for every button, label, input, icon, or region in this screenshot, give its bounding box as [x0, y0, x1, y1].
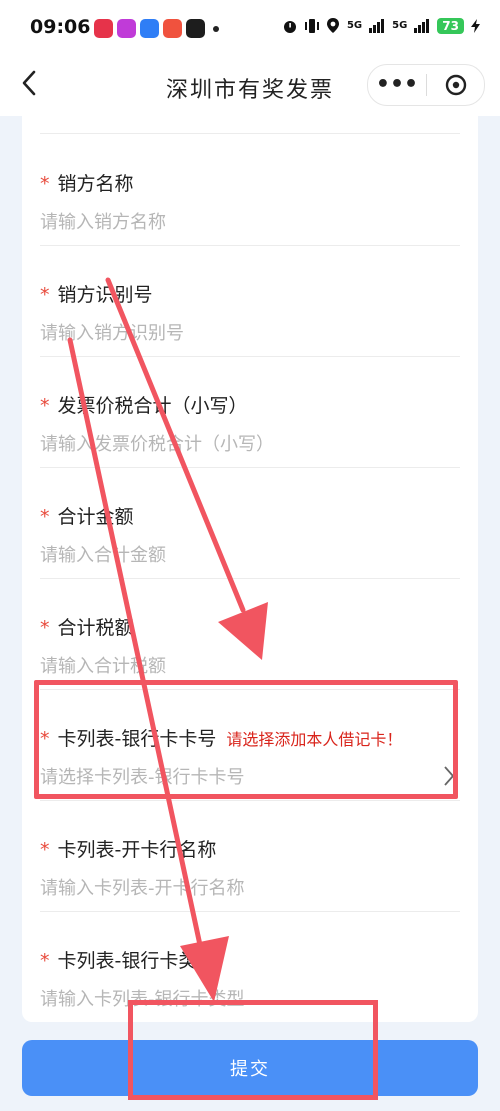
annotation-highlight-submit — [128, 1000, 378, 1100]
nav-bar: 深圳市有奖发票 ••• — [0, 56, 500, 116]
required-mark: * — [40, 617, 50, 639]
total-amount-input[interactable]: 请输入合计金额 — [40, 541, 166, 567]
location-icon — [326, 18, 339, 33]
network-type-2: 5G — [392, 20, 408, 31]
charging-icon — [471, 18, 480, 33]
issuing-bank-input[interactable]: 请输入卡列表-开卡行名称 — [40, 874, 245, 900]
network-type-1: 5G — [346, 20, 363, 31]
required-mark: * — [40, 395, 50, 417]
seller-tax-id-input[interactable]: 请输入销方识别号 — [40, 319, 184, 345]
vibrate-icon — [304, 18, 319, 33]
app-icon — [117, 19, 136, 38]
field-label: 销方识别号 — [57, 284, 153, 306]
mini-program-capsule: ••• — [367, 64, 485, 106]
status-bar: 09:06 5G 5G 73 — [0, 0, 500, 56]
required-mark: * — [40, 173, 50, 195]
field-label: 发票价税合计（小写） — [57, 395, 248, 417]
required-mark: * — [40, 950, 50, 972]
annotation-highlight-card-row — [34, 680, 458, 799]
field-label: 卡列表-开卡行名称 — [57, 839, 217, 861]
alarm-icon — [283, 20, 296, 33]
required-mark: * — [40, 506, 50, 528]
app-icon — [94, 19, 113, 38]
form-row-total-with-tax[interactable]: * 发票价税合计（小写） 请输入发票价税合计（小写） — [22, 357, 478, 468]
form-row-total-amount[interactable]: * 合计金额 请输入合计金额 — [22, 468, 478, 579]
divider — [40, 133, 460, 134]
total-tax-input[interactable]: 请输入合计税额 — [40, 652, 166, 678]
invoice-form: * 销方名称 请输入销方名称 * 销方识别号 请输入销方识别号 * 发票价税合计（小写… — [22, 116, 478, 1022]
more-notifications-dot — [213, 26, 219, 32]
signal-icon — [414, 18, 430, 33]
form-row-seller-tax-id[interactable]: * 销方识别号 请输入销方识别号 — [22, 246, 478, 357]
required-mark: * — [40, 839, 50, 861]
signal-icon — [369, 18, 385, 33]
form-row-total-tax[interactable]: * 合计税额 请输入合计税额 — [22, 579, 478, 690]
close-icon[interactable] — [427, 74, 484, 96]
field-label: 销方名称 — [57, 173, 134, 195]
field-label: 合计金额 — [57, 506, 134, 528]
field-label: 卡列表-银行卡类型 — [57, 950, 217, 972]
status-right: 5G 5G 73 — [282, 17, 480, 34]
more-icon[interactable]: ••• — [368, 74, 426, 96]
battery-level: 73 — [437, 17, 464, 34]
app-icon — [140, 19, 159, 38]
status-time: 09:06 — [30, 16, 91, 38]
app-icon — [163, 19, 182, 38]
form-row-issuing-bank[interactable]: * 卡列表-开卡行名称 请输入卡列表-开卡行名称 — [22, 801, 478, 912]
notification-icons — [94, 19, 219, 38]
field-label: 合计税额 — [57, 617, 134, 639]
required-mark: * — [40, 284, 50, 306]
app-icon — [186, 19, 205, 38]
seller-name-input[interactable]: 请输入销方名称 — [40, 208, 166, 234]
total-with-tax-input[interactable]: 请输入发票价税合计（小写） — [40, 430, 274, 456]
form-row-seller-name[interactable]: * 销方名称 请输入销方名称 — [22, 135, 478, 246]
